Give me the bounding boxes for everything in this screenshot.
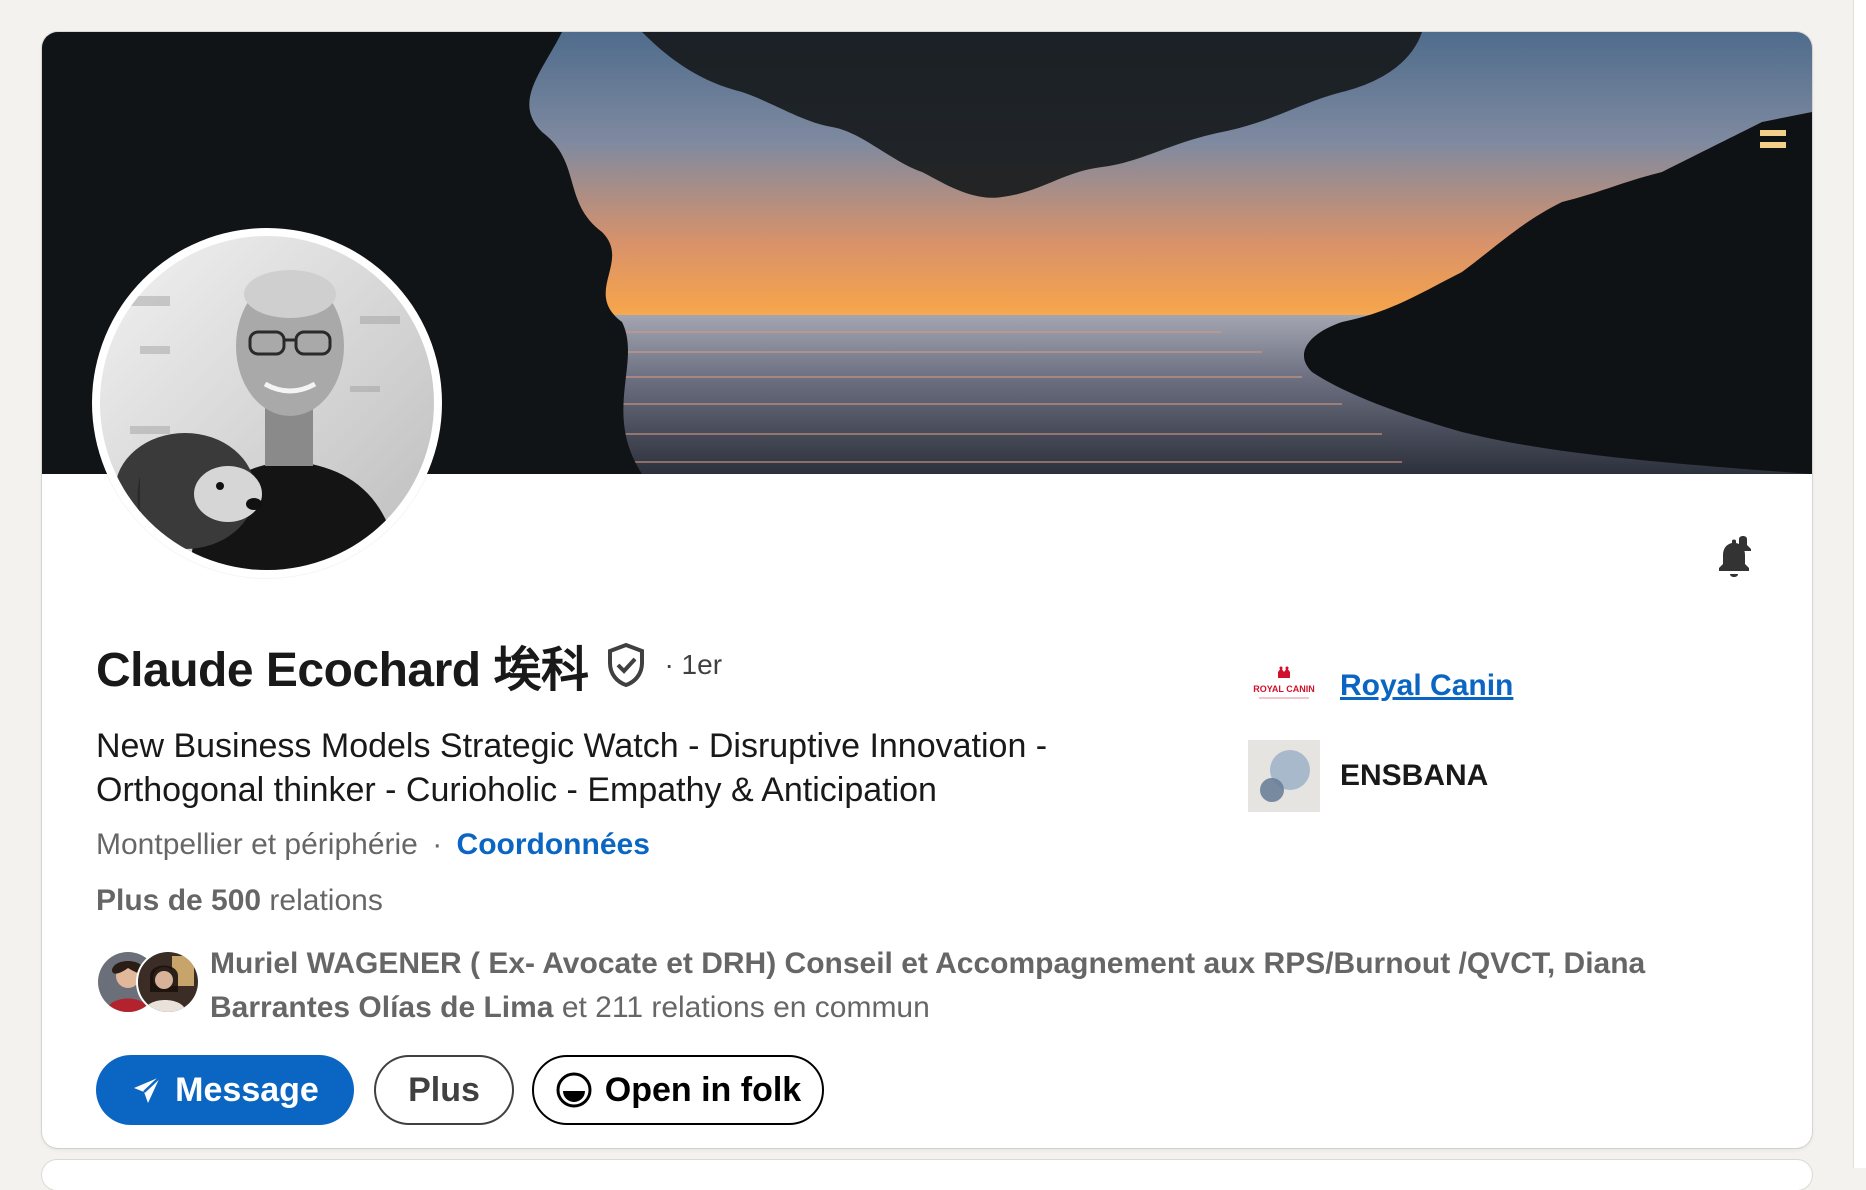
experience-summary: ROYAL CANIN Royal Canin ENSBANA bbox=[1248, 650, 1513, 830]
connections-count-bold: Plus de 500 bbox=[96, 884, 262, 917]
profile-photo[interactable] bbox=[92, 228, 442, 578]
more-button[interactable]: Plus bbox=[374, 1055, 514, 1125]
next-section-card bbox=[42, 1160, 1812, 1190]
name-row: Claude Ecochard 埃科 · 1er bbox=[96, 630, 722, 700]
mutual-connections[interactable]: Muriel WAGENER ( Ex- Avocate et DRH) Con… bbox=[96, 942, 1736, 1030]
profile-photo-image bbox=[100, 236, 434, 570]
location-row: Montpellier et périphérie · Coordonnées bbox=[96, 828, 650, 862]
company-ensbana[interactable]: ENSBANA bbox=[1248, 740, 1513, 812]
ensbana-logo bbox=[1248, 740, 1320, 812]
contact-info-link[interactable]: Coordonnées bbox=[457, 828, 650, 861]
shield-check-icon[interactable] bbox=[602, 641, 650, 689]
mutual-avatars bbox=[96, 950, 200, 1014]
connections-count-suffix: relations bbox=[261, 884, 383, 917]
bell-icon bbox=[1719, 536, 1751, 577]
message-button[interactable]: Message bbox=[96, 1055, 354, 1125]
open-in-folk-button[interactable]: Open in folk bbox=[532, 1055, 824, 1125]
company-royal-canin[interactable]: ROYAL CANIN Royal Canin bbox=[1248, 650, 1513, 722]
mutual-connections-suffix: et 211 relations en commun bbox=[553, 991, 930, 1024]
profile-actions: Message Plus Open in folk bbox=[96, 1055, 824, 1125]
connections-count[interactable]: Plus de 500 relations bbox=[96, 884, 383, 918]
open-in-folk-label: Open in folk bbox=[604, 1070, 802, 1109]
company-name: ENSBANA bbox=[1340, 759, 1489, 792]
message-button-label: Message bbox=[175, 1070, 319, 1109]
profile-name: Claude Ecochard 埃科 bbox=[96, 644, 589, 697]
profile-headline: New Business Models Strategic Watch - Di… bbox=[96, 727, 1048, 809]
profile-card: Claude Ecochard 埃科 · 1er New Business Mo… bbox=[42, 32, 1812, 1148]
connection-degree: · 1er bbox=[664, 649, 723, 680]
location-separator: · bbox=[432, 828, 443, 861]
folk-icon bbox=[556, 1072, 592, 1108]
more-button-label: Plus bbox=[408, 1070, 480, 1109]
mutual-avatar-2 bbox=[136, 950, 200, 1014]
notification-bell-button[interactable] bbox=[1698, 522, 1772, 596]
company-name-link[interactable]: Royal Canin bbox=[1340, 669, 1513, 703]
royal-canin-logo-text: ROYAL CANIN bbox=[1253, 684, 1315, 694]
royal-canin-logo: ROYAL CANIN bbox=[1248, 650, 1320, 722]
send-icon bbox=[134, 1076, 162, 1103]
profile-location: Montpellier et périphérie bbox=[96, 828, 418, 861]
right-panel-edge bbox=[1854, 0, 1866, 1168]
mutual-connections-text: Muriel WAGENER ( Ex- Avocate et DRH) Con… bbox=[210, 942, 1736, 1030]
